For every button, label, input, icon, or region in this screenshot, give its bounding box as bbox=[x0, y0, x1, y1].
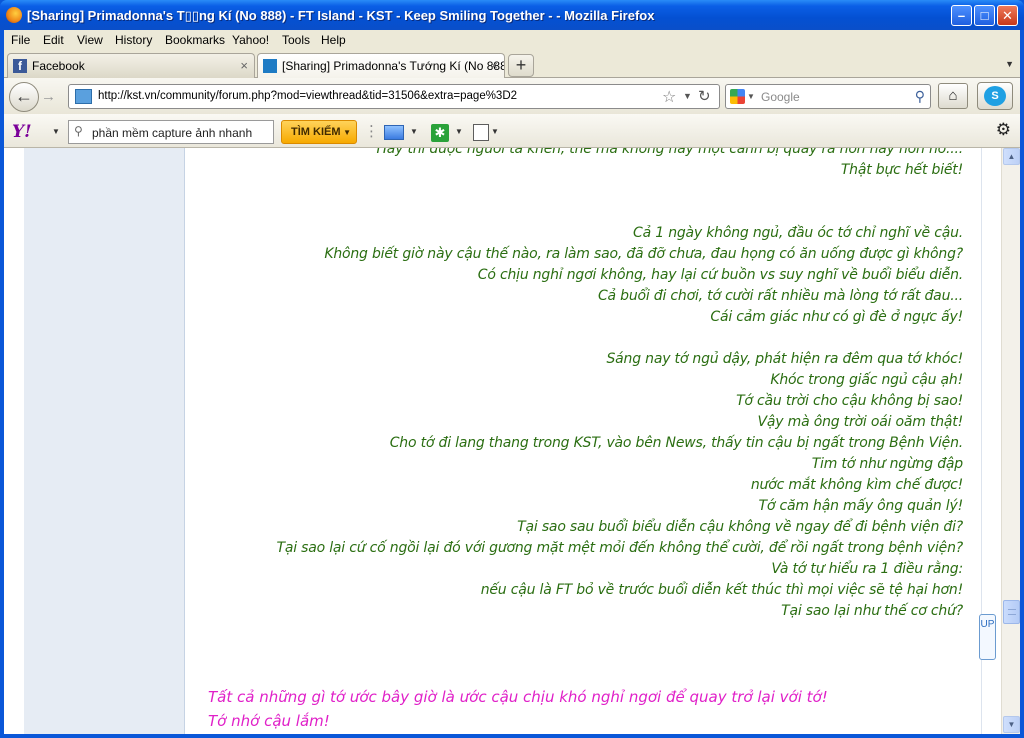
post-line: Tim tớ như ngừng đập bbox=[811, 456, 964, 472]
title-bar: [Sharing] Primadonna's T▯▯ng Kí (No 888)… bbox=[0, 0, 1024, 30]
menu-history[interactable]: History bbox=[115, 33, 152, 47]
skype-button[interactable]: S bbox=[977, 82, 1013, 110]
page-margin bbox=[4, 148, 24, 734]
document-icon[interactable] bbox=[473, 124, 489, 141]
maximize-button[interactable]: □ bbox=[974, 5, 995, 26]
minimize-button[interactable]: – bbox=[951, 5, 972, 26]
scroll-up-button[interactable]: ▲ bbox=[1003, 148, 1020, 165]
scroll-up-tab[interactable]: UP bbox=[979, 614, 996, 660]
document-dropdown-icon[interactable]: ▼ bbox=[491, 127, 499, 147]
search-icon[interactable]: ⚲ bbox=[915, 88, 925, 105]
mail-dropdown-icon[interactable]: ▼ bbox=[410, 127, 418, 147]
menu-file[interactable]: File bbox=[11, 33, 30, 47]
back-button[interactable]: ← bbox=[9, 82, 39, 112]
post-highlight-line: Tớ nhớ cậu lắm! bbox=[208, 712, 330, 730]
yahoo-logo[interactable]: Y! bbox=[12, 122, 32, 142]
tab-close-icon[interactable]: × bbox=[490, 58, 498, 73]
search-icon: ⚲ bbox=[74, 124, 83, 138]
post-line: nếu cậu là FT bỏ về trước buổi diễn kết … bbox=[480, 582, 963, 598]
yahoo-search-button[interactable]: TÌM KIẾM ▼ bbox=[281, 120, 357, 144]
yahoo-search-input[interactable]: ⚲ phần mềm capture ảnh nhanh bbox=[68, 120, 274, 144]
post-line: Cả 1 ngày không ngủ, đầu óc tớ chỉ nghĩ … bbox=[633, 225, 963, 241]
yahoo-toolbar: Y! ▼ ⚲ phần mềm capture ảnh nhanh TÌM KI… bbox=[4, 114, 1020, 148]
post-line: nước mắt không kìm chế được! bbox=[750, 477, 963, 493]
post-line: Hay thì được người ta khen, thế mà không… bbox=[376, 148, 963, 157]
gear-icon[interactable]: ⚙ bbox=[996, 120, 1011, 140]
yahoo-search-button-label: TÌM KIẾM bbox=[291, 126, 341, 138]
url-history-dropdown-icon[interactable]: ▼ bbox=[683, 91, 692, 101]
search-bar[interactable]: ▼ Google ⚲ bbox=[725, 84, 931, 109]
post-line: Có chịu nghỉ ngơi không, hay lại cứ buồn… bbox=[477, 267, 963, 283]
post-line: Tại sao sau buổi biểu diễn cậu không về … bbox=[517, 519, 963, 535]
post-line: Tại sao lại cứ cố ngồi lại đó với gương … bbox=[276, 540, 963, 556]
skype-icon: S bbox=[984, 86, 1006, 106]
author-sidebar bbox=[24, 148, 185, 734]
menu-tools[interactable]: Tools bbox=[282, 33, 310, 47]
search-engine-dropdown-icon[interactable]: ▼ bbox=[747, 92, 755, 101]
tab-kst-thread[interactable]: [Sharing] Primadonna's Tướng Kí (No 888.… bbox=[257, 53, 505, 79]
post-line: Cả buổi đi chơi, tớ cười rất nhiều mà lò… bbox=[597, 288, 963, 304]
yahoo-search-value[interactable]: phần mềm capture ảnh nhanh bbox=[92, 126, 252, 140]
scroll-down-button[interactable]: ▼ bbox=[1003, 716, 1020, 733]
vertical-scrollbar[interactable]: ▲ ▼ bbox=[1001, 148, 1020, 734]
post-line: Vậy mà ông trời oái oăm thật! bbox=[757, 414, 964, 430]
addon-dropdown-icon[interactable]: ▼ bbox=[455, 127, 463, 147]
mail-icon[interactable] bbox=[384, 125, 404, 140]
page-content: Hay thì được người ta khen, thế mà không… bbox=[4, 148, 1020, 734]
post-line: Cho tớ đi lang thang trong KST, vào bên … bbox=[389, 435, 963, 451]
tab-label: Facebook bbox=[32, 59, 85, 73]
search-input[interactable]: Google bbox=[761, 90, 800, 104]
forum-post: Hay thì được người ta khen, thế mà không… bbox=[185, 148, 982, 734]
facebook-icon: f bbox=[13, 59, 27, 73]
url-text[interactable]: http://kst.vn/community/forum.php?mod=vi… bbox=[98, 90, 517, 102]
post-line: Cái cảm giác như có gì đè ở ngực ấy! bbox=[710, 309, 963, 325]
post-line: Và tớ tự hiểu ra 1 điều rằng: bbox=[771, 561, 963, 577]
tab-bar: f Facebook × [Sharing] Primadonna's Tướn… bbox=[4, 50, 1020, 79]
reload-icon[interactable]: ↻ bbox=[698, 87, 711, 105]
post-line: Sáng nay tớ ngủ dậy, phát hiện ra đêm qu… bbox=[606, 351, 963, 367]
post-line: Tớ cầu trời cho cậu không bị sao! bbox=[736, 393, 963, 409]
firefox-icon bbox=[6, 7, 22, 23]
window-title: [Sharing] Primadonna's T▯▯ng Kí (No 888)… bbox=[27, 8, 655, 23]
menu-bar: File Edit View History Bookmarks Yahoo! … bbox=[4, 30, 1020, 50]
browser-window: [Sharing] Primadonna's T▯▯ng Kí (No 888)… bbox=[0, 0, 1024, 738]
post-line: Khóc trong giấc ngủ cậu ạh! bbox=[770, 372, 963, 388]
post-highlight-line: Tất cả những gì tớ ước bây giờ là ước cậ… bbox=[208, 688, 828, 706]
google-icon[interactable] bbox=[730, 89, 745, 104]
url-bar[interactable]: http://kst.vn/community/forum.php?mod=vi… bbox=[68, 84, 720, 109]
addon-icon[interactable]: ✱ bbox=[431, 124, 449, 142]
tab-list-icon[interactable]: ▼ bbox=[1005, 59, 1014, 69]
menu-edit[interactable]: Edit bbox=[43, 33, 64, 47]
menu-view[interactable]: View bbox=[77, 33, 103, 47]
close-button[interactable]: ✕ bbox=[997, 5, 1018, 26]
toolbar-separator-icon: ⋮ bbox=[364, 123, 379, 140]
navigation-bar: ← → http://kst.vn/community/forum.php?mo… bbox=[4, 78, 1020, 114]
browser-client: File Edit View History Bookmarks Yahoo! … bbox=[4, 30, 1020, 734]
post-line: Không biết giờ này cậu thế nào, ra làm s… bbox=[324, 246, 963, 262]
tab-close-icon[interactable]: × bbox=[240, 58, 248, 73]
menu-yahoo[interactable]: Yahoo! bbox=[232, 33, 269, 47]
menu-help[interactable]: Help bbox=[321, 33, 346, 47]
home-button[interactable]: ⌂ bbox=[938, 83, 968, 109]
new-tab-button[interactable]: + bbox=[508, 54, 534, 77]
yahoo-menu-dropdown-icon[interactable]: ▼ bbox=[52, 127, 60, 136]
tab-facebook[interactable]: f Facebook × bbox=[7, 53, 255, 78]
scrollbar-grip-icon bbox=[1008, 609, 1016, 615]
site-identity-icon[interactable] bbox=[75, 89, 92, 104]
scrollbar-thumb[interactable] bbox=[1003, 600, 1020, 624]
post-line: Tại sao lại như thế cơ chứ? bbox=[781, 603, 963, 619]
kst-site-icon bbox=[263, 59, 277, 73]
post-line: Thật bực hết biết! bbox=[840, 162, 963, 178]
forward-button[interactable]: → bbox=[41, 88, 63, 108]
post-line: Tớ căm hận mấy ông quản lý! bbox=[758, 498, 964, 514]
chevron-down-icon: ▼ bbox=[343, 128, 351, 137]
menu-bookmarks[interactable]: Bookmarks bbox=[165, 33, 225, 47]
tab-label: [Sharing] Primadonna's Tướng Kí (No 888.… bbox=[282, 59, 505, 73]
bookmark-star-icon[interactable]: ☆ bbox=[662, 87, 676, 107]
